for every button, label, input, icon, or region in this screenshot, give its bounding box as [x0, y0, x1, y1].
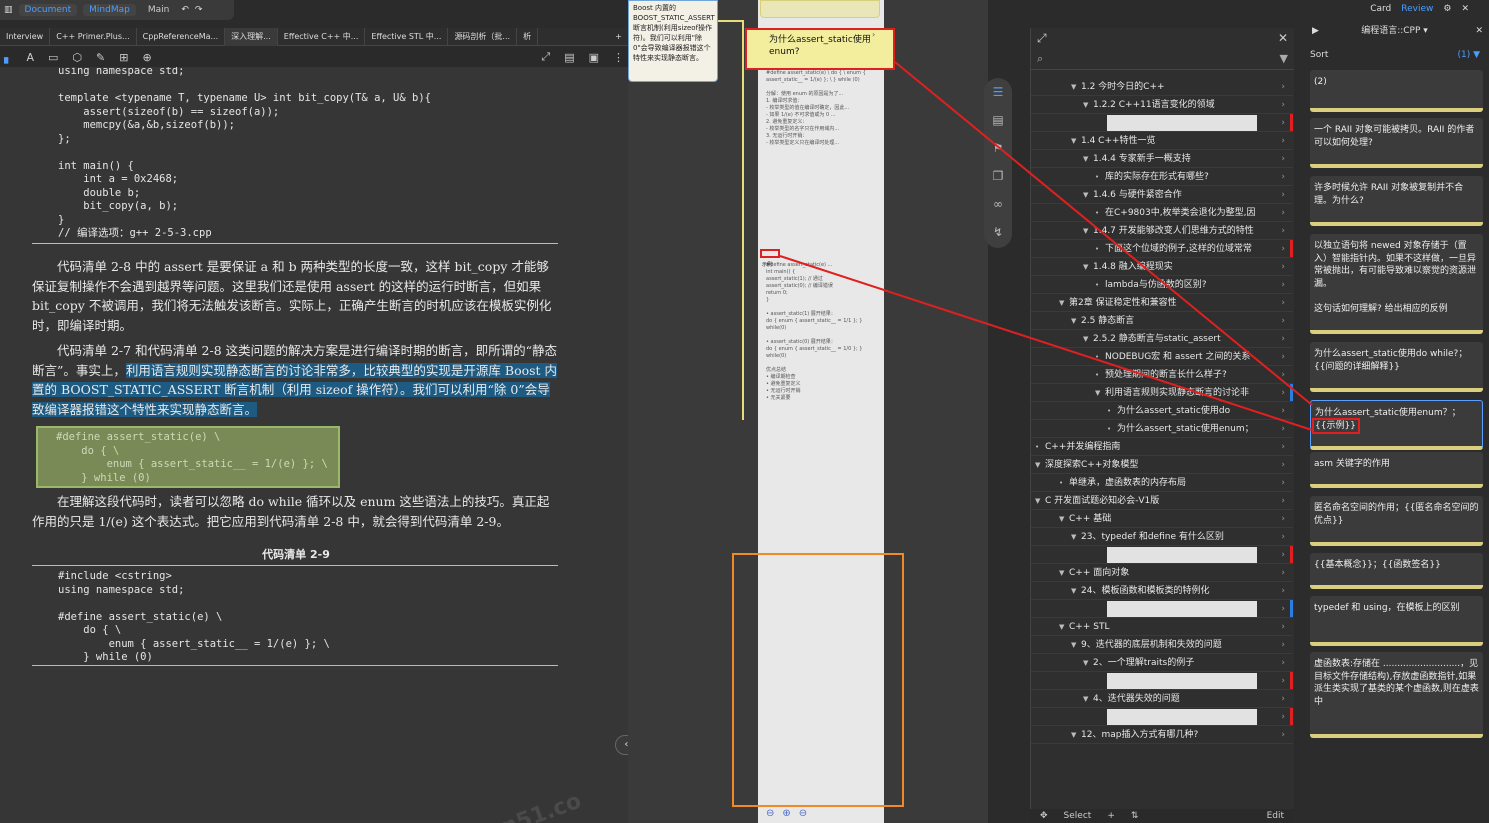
red-arrow: [894, 61, 1313, 406]
annotation-arrows: [779, 61, 1313, 431]
red-arrow: [779, 255, 1313, 431]
